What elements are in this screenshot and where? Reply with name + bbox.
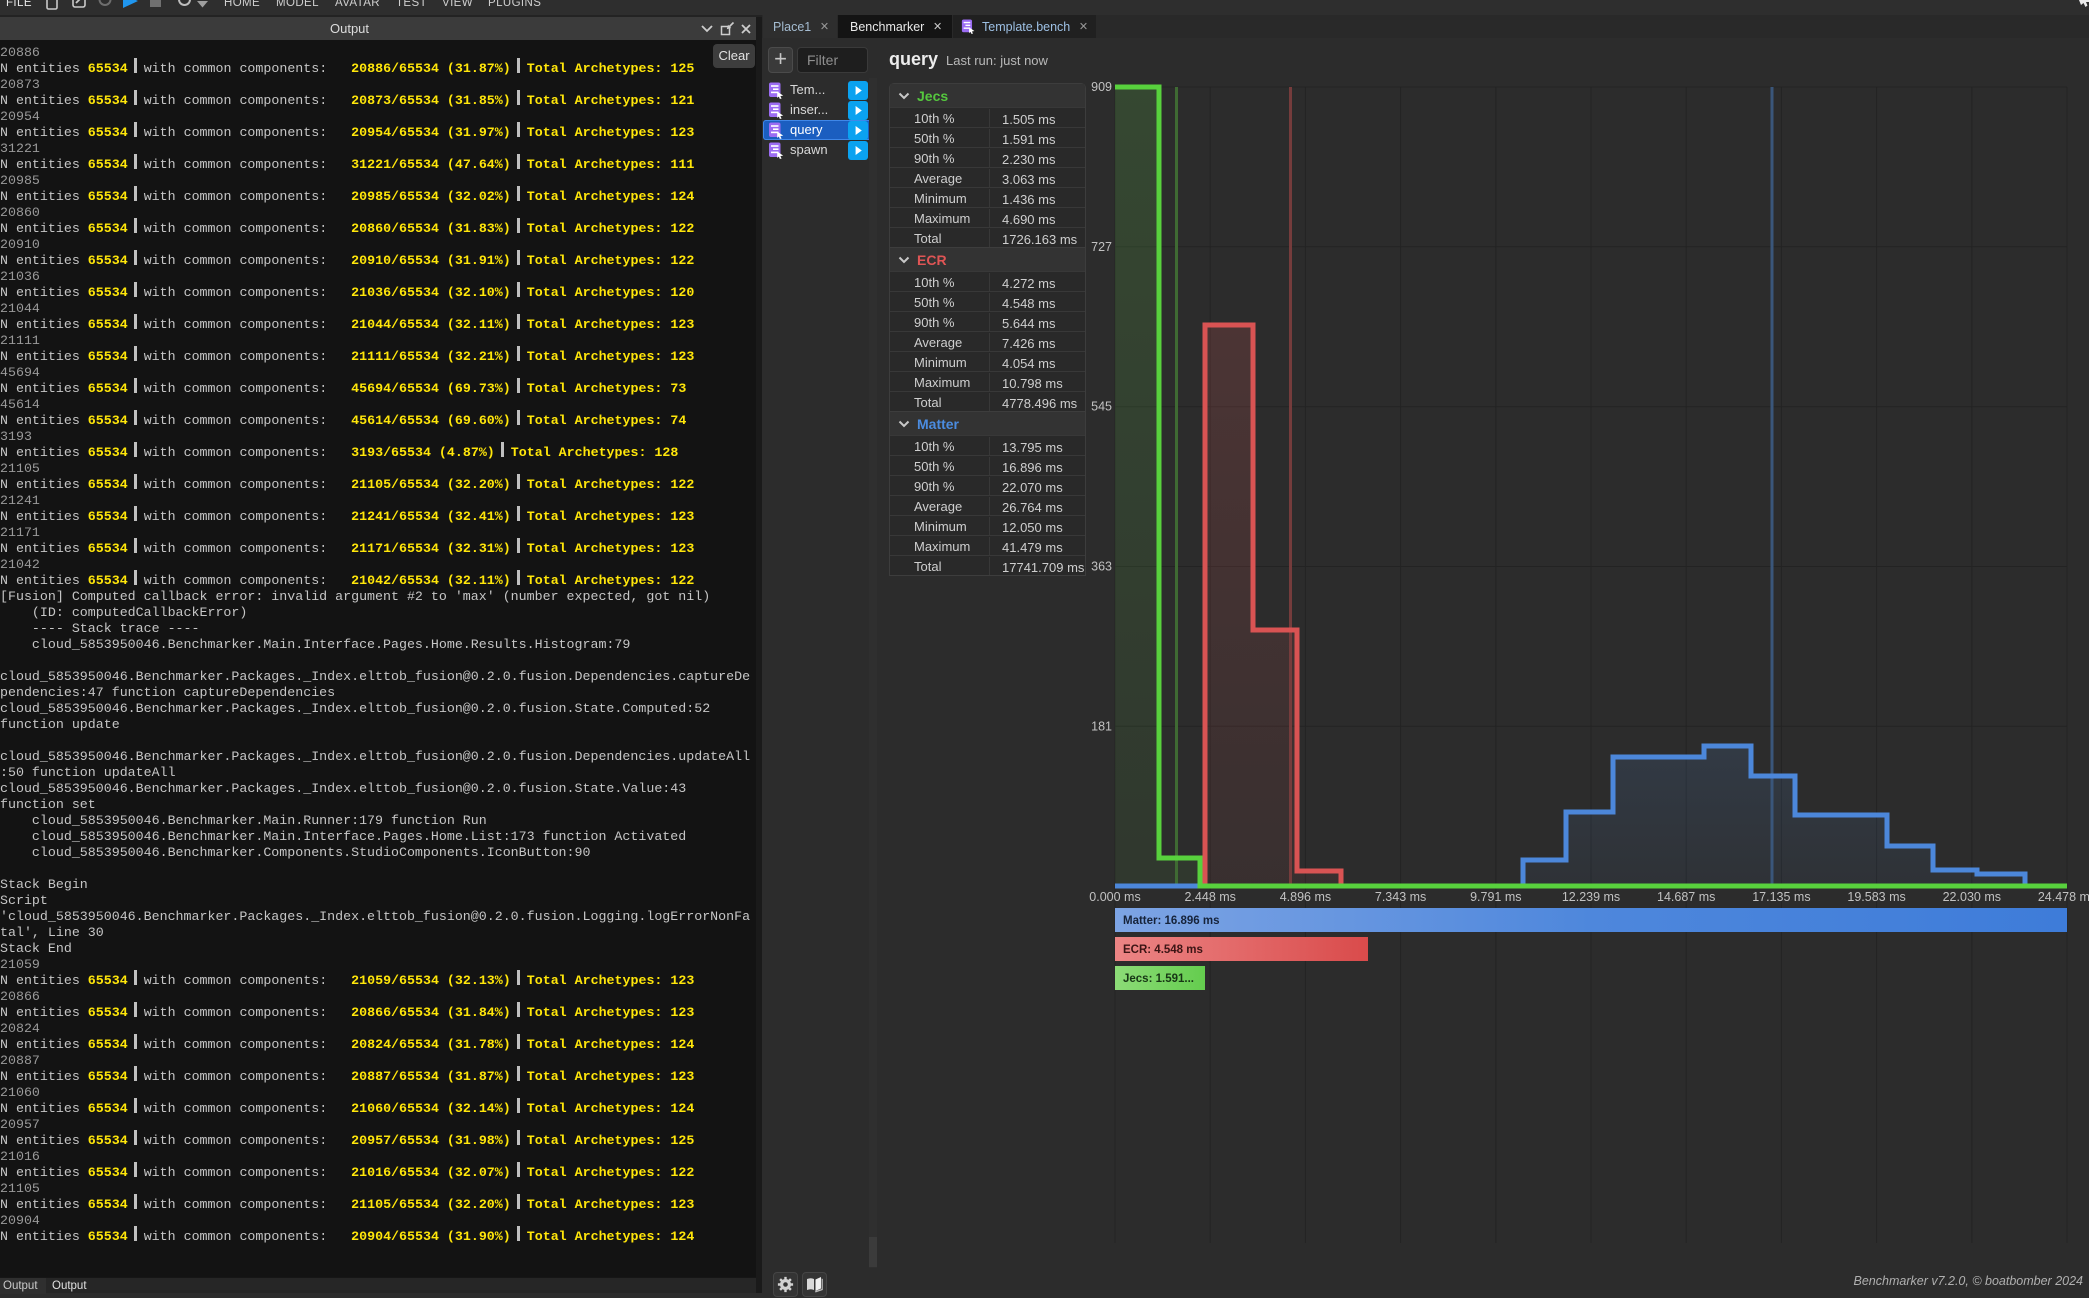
svg-text:4.896 ms: 4.896 ms xyxy=(1280,890,1331,904)
svg-text:12.239 ms: 12.239 ms xyxy=(1562,890,1620,904)
svg-text:17.135 ms: 17.135 ms xyxy=(1752,890,1810,904)
svg-text:909: 909 xyxy=(1091,80,1112,94)
svg-text:0.000 ms: 0.000 ms xyxy=(1089,890,1140,904)
svg-text:Jecs: 1.591...: Jecs: 1.591... xyxy=(1123,973,1194,985)
svg-text:24.478 ms: 24.478 ms xyxy=(2038,890,2089,904)
svg-text:19.583 ms: 19.583 ms xyxy=(1847,890,1905,904)
svg-text:2.448 ms: 2.448 ms xyxy=(1184,890,1235,904)
svg-text:9.791 ms: 9.791 ms xyxy=(1470,890,1521,904)
svg-text:727: 727 xyxy=(1091,240,1112,254)
svg-text:Matter: 16.896 ms: Matter: 16.896 ms xyxy=(1123,915,1220,927)
svg-text:545: 545 xyxy=(1091,400,1112,414)
svg-text:7.343 ms: 7.343 ms xyxy=(1375,890,1426,904)
svg-text:181: 181 xyxy=(1091,719,1112,733)
svg-text:14.687 ms: 14.687 ms xyxy=(1657,890,1715,904)
svg-text:22.030 ms: 22.030 ms xyxy=(1943,890,2001,904)
svg-text:363: 363 xyxy=(1091,560,1112,574)
svg-text:ECR: 4.548 ms: ECR: 4.548 ms xyxy=(1123,944,1203,956)
